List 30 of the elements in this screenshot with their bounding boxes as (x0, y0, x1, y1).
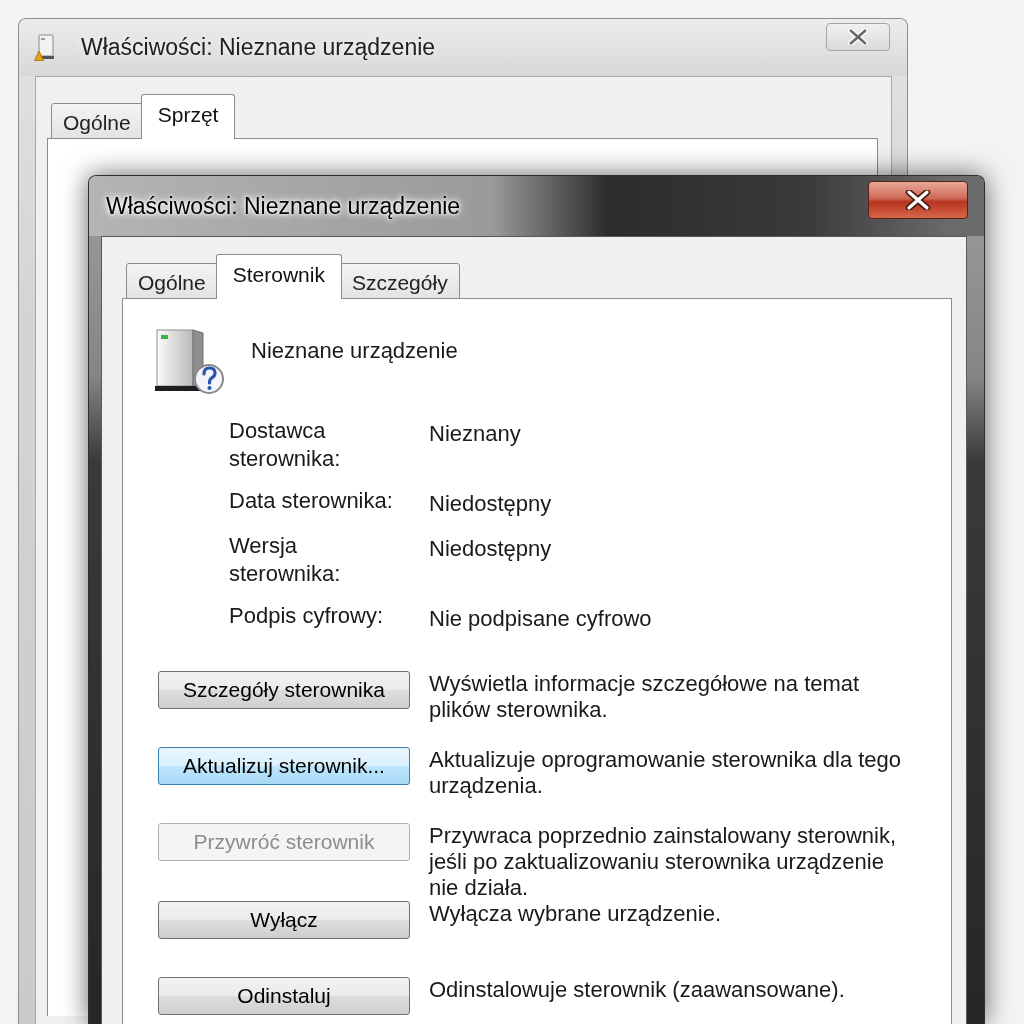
property-value: Nieznany (429, 420, 522, 448)
property-label: Podpis cyfrowy: (229, 602, 385, 630)
unknown-device-icon (153, 329, 225, 395)
close-icon (847, 29, 869, 45)
window-title: Właściwości: Nieznane urządzenie (106, 191, 461, 221)
tab[interactable]: Ogólne (126, 263, 218, 299)
action-description: Aktualizuje oprogramowanie sterownika dla tego urządzenia. (429, 747, 903, 799)
action-description: Odinstalowuje sterownik (zaawansowane). (429, 977, 846, 1003)
property-value: Niedostępny (429, 535, 553, 563)
property-label: Data sterownika: (229, 487, 394, 515)
property-label: Wersja sterownika: (229, 532, 342, 588)
property-value: Nie podpisane cyfrowo (429, 605, 653, 633)
action-button[interactable]: Szczegóły sterownika (158, 671, 410, 709)
action-button[interactable]: Aktualizuj sterownik... (158, 747, 410, 785)
action-description: Wyświetla informacje szczegółowe na temat plików sterownika. (429, 671, 861, 723)
window-title: Właściwości: Nieznane urządzenie (81, 33, 436, 63)
property-value: Niedostępny (429, 490, 553, 518)
tab[interactable]: Szczegóły (339, 263, 460, 299)
close-button[interactable] (868, 181, 968, 219)
device-warning-icon (34, 34, 56, 61)
action-description: Wyłącza wybrane urządzenie. (429, 901, 723, 927)
action-button[interactable]: Odinstaluj (158, 977, 410, 1015)
property-label: Dostawca sterownika: (229, 417, 342, 473)
action-button[interactable]: Wyłącz (158, 901, 410, 939)
device-name: Nieznane urządzenie (251, 337, 458, 365)
tab[interactable]: Sterownik (215, 254, 342, 299)
tab[interactable]: Ogólne (51, 103, 143, 139)
action-description: Przywraca poprzednio zainstalowany sterownik, jeśli po zaktualizowaniu sterownika urządzenie nie działa. (429, 823, 898, 901)
tab[interactable]: Sprzęt (140, 94, 236, 139)
close-icon (905, 190, 931, 210)
